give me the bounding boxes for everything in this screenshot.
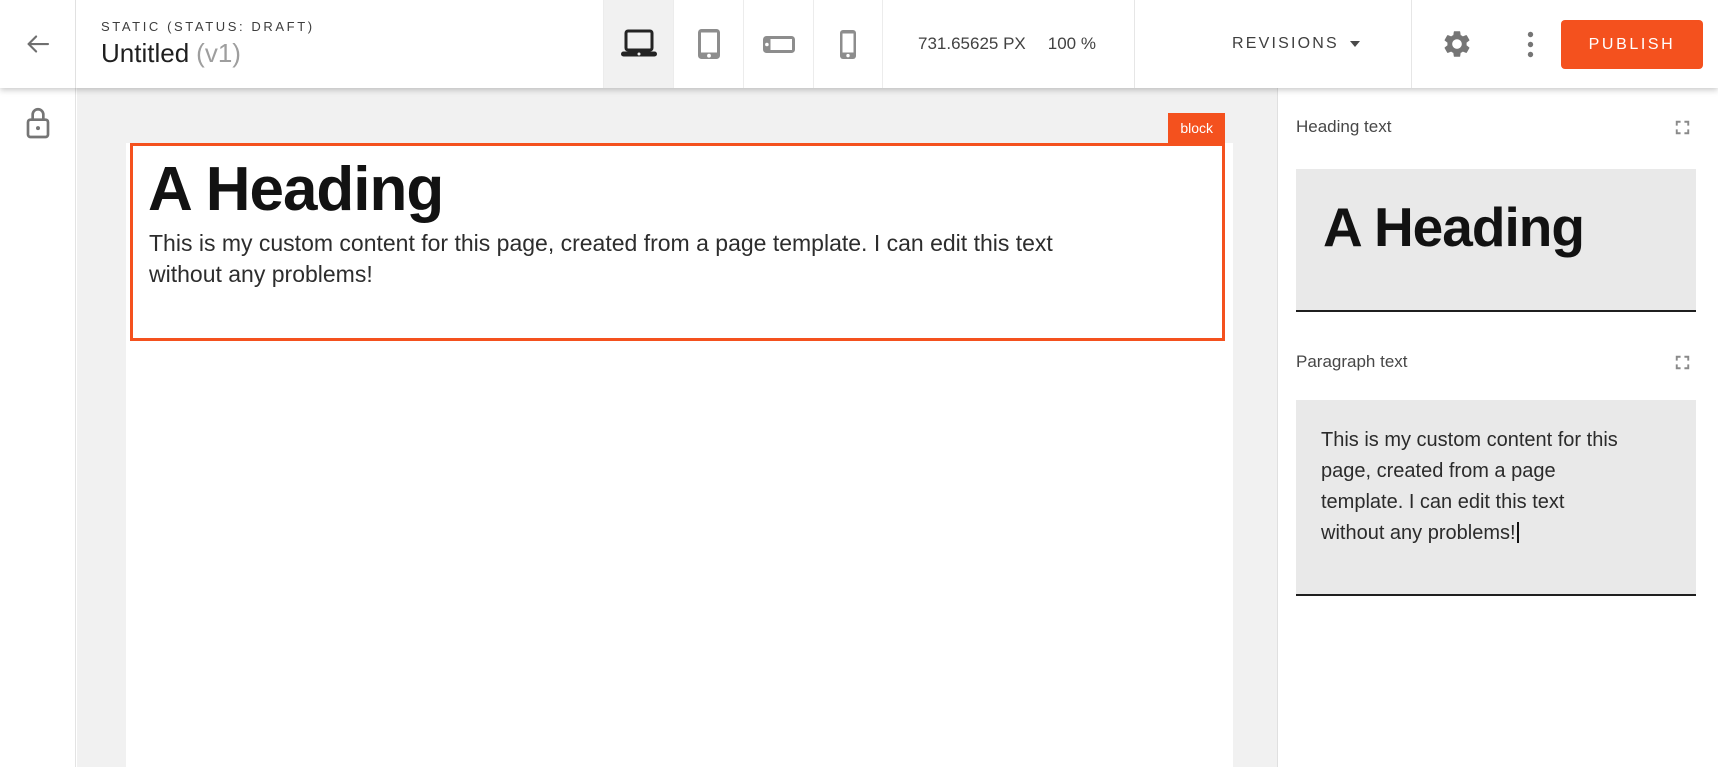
toolbar-divider [1134,0,1135,88]
device-tablet-landscape-button[interactable] [743,0,813,88]
heading-text-input[interactable]: A Heading [1296,169,1696,312]
viewport-readouts: 731.65625 PX 100 % [918,0,1096,88]
arrow-left-icon [23,29,53,59]
paragraph-input-value: This is my custom content for this page,… [1296,400,1618,549]
fullscreen-corners-icon [1671,351,1694,374]
page-status: STATIC (STATUS: DRAFT) [101,19,315,34]
block-badge: block [1168,113,1225,143]
tablet-portrait-icon [697,28,721,60]
revisions-dropdown[interactable]: REVISIONS [1232,0,1360,88]
device-phone-button[interactable] [813,0,883,88]
paragraph-field-header: Paragraph text [1278,350,1718,374]
tablet-landscape-icon [762,35,796,54]
selected-content-block[interactable]: block A Heading This is my custom conten… [130,143,1225,341]
phone-icon [839,29,857,60]
top-toolbar: STATIC (STATUS: DRAFT) Untitled(v1) [0,0,1718,88]
device-preview-switcher [603,0,883,88]
paragraph-text-input[interactable]: This is my custom content for this page,… [1296,400,1696,596]
heading-expand-button[interactable] [1670,115,1694,139]
settings-button[interactable] [1437,0,1477,88]
more-options-button[interactable] [1514,0,1546,88]
paragraph-expand-button[interactable] [1670,350,1694,374]
block-paragraph: This is my custom content for this page,… [133,221,1098,289]
padlock-icon [22,105,54,141]
device-tablet-portrait-button[interactable] [673,0,743,88]
heading-field-header: Heading text [1278,115,1718,139]
back-button[interactable] [0,0,76,88]
left-sidebar [0,88,76,767]
page-title-group: STATIC (STATUS: DRAFT) Untitled(v1) [101,0,315,88]
zoom-level-readout: 100 % [1048,34,1096,54]
fullscreen-corners-icon [1671,116,1694,139]
page-title: Untitled(v1) [101,38,315,69]
preview-canvas: block A Heading This is my custom conten… [77,88,1277,767]
content-inspector-panel: Heading text A Heading Paragraph text [1277,88,1718,767]
caret-down-icon [1350,41,1360,47]
block-heading: A Heading [133,146,1222,221]
viewport-width-readout: 731.65625 PX [918,34,1026,54]
gear-icon [1441,28,1473,60]
heading-field-label: Heading text [1296,117,1391,137]
paragraph-field-label: Paragraph text [1296,352,1408,372]
heading-input-value: A Heading [1296,169,1696,259]
toolbar-divider [1411,0,1412,88]
text-cursor [1517,522,1519,543]
kebab-menu-icon [1527,31,1534,58]
page-version: (v1) [196,38,241,68]
publish-button[interactable]: PUBLISH [1561,20,1703,69]
device-desktop-button[interactable] [603,0,673,88]
lock-button[interactable] [22,105,54,141]
page-editor-app: STATIC (STATUS: DRAFT) Untitled(v1) [0,0,1718,767]
laptop-icon [620,29,658,59]
